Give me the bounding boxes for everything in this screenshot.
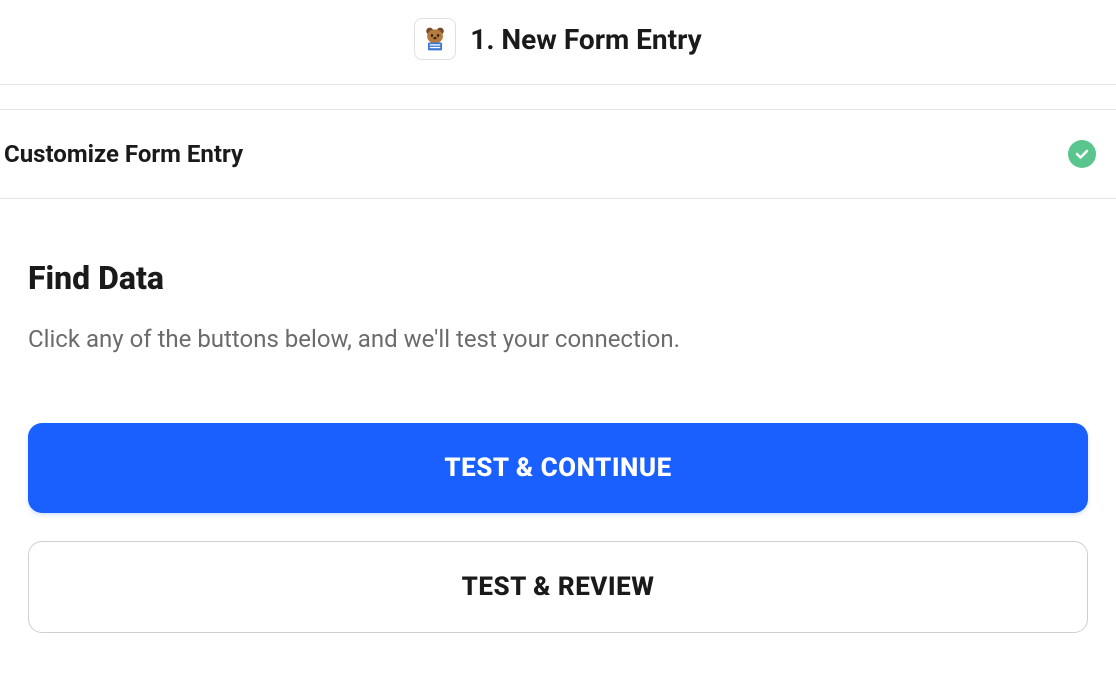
find-data-heading: Find Data <box>28 259 1088 297</box>
wpforms-bear-icon <box>414 18 456 60</box>
test-continue-button[interactable]: TEST & CONTINUE <box>28 423 1088 513</box>
customize-form-entry-section[interactable]: Customize Form Entry <box>0 109 1116 199</box>
find-data-panel: Find Data Click any of the buttons below… <box>0 199 1116 633</box>
test-review-button[interactable]: TEST & REVIEW <box>28 541 1088 633</box>
check-complete-icon <box>1068 140 1096 168</box>
find-data-description: Click any of the buttons below, and we'l… <box>28 325 1088 353</box>
section-title: Customize Form Entry <box>4 140 243 168</box>
step-title: 1. New Form Entry <box>470 23 701 56</box>
step-header: 1. New Form Entry <box>0 0 1116 85</box>
